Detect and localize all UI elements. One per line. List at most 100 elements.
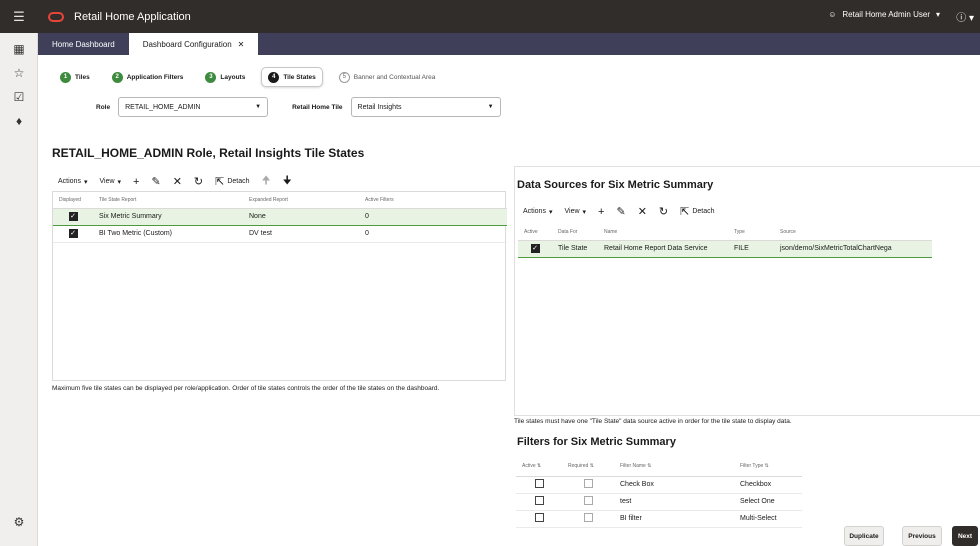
filters-panel-title: Filters for Six Metric Summary: [517, 436, 676, 448]
tile-states-toolbar: Actions ▾ View ▾ + ✎ ✕ ↻ ⇱ Detach 🠉 🠋: [58, 172, 292, 191]
table-row[interactable]: BI filter Multi-Select: [516, 510, 802, 528]
column-header-filter-name[interactable]: Filter Name ⇅: [614, 456, 734, 477]
step-label: Layouts: [220, 73, 246, 81]
table-row[interactable]: ✓ BI Two Metric (Custom) DV test 0: [53, 225, 507, 243]
column-header-active[interactable]: Active: [518, 224, 552, 241]
settings-gear-icon[interactable]: ⚙: [0, 510, 38, 534]
data-sources-title: Data Sources for Six Metric Summary: [517, 179, 714, 191]
tasks-icon[interactable]: ☑: [0, 85, 38, 109]
displayed-checkbox[interactable]: ✓: [68, 212, 78, 221]
previous-button[interactable]: Previous: [902, 526, 942, 546]
detach-icon: ⇱: [215, 176, 225, 188]
active-checkbox[interactable]: [534, 496, 544, 505]
required-checkbox[interactable]: [583, 513, 593, 522]
next-button[interactable]: Next: [952, 526, 978, 546]
view-menu[interactable]: View ▾: [564, 208, 586, 216]
notifications-bell-icon[interactable]: ♦: [0, 109, 38, 133]
role-select[interactable]: RETAIL_HOME_ADMIN ▼: [118, 97, 269, 117]
active-filters-cell: 0: [359, 225, 507, 243]
step-layouts[interactable]: 3 Layouts: [199, 67, 251, 87]
user-menu[interactable]: ☺ Retail Home Admin User ▾: [828, 10, 940, 19]
add-icon[interactable]: +: [133, 176, 139, 188]
chevron-down-icon: ▼: [487, 104, 494, 110]
header-label: Filter Name: [620, 462, 646, 469]
step-label: Tiles: [75, 73, 90, 81]
detach-label: Detach: [692, 208, 715, 215]
step-banner-contextual-area[interactable]: 5 Banner and Contextual Area: [333, 67, 442, 87]
column-header-active[interactable]: Active ⇅: [516, 456, 562, 477]
tile-states-title: RETAIL_HOME_ADMIN Role, Retail Insights …: [52, 146, 365, 160]
expanded-report-cell: DV test: [243, 225, 359, 243]
tile-label: Retail Home Tile: [292, 103, 343, 111]
step-label: Tile States: [283, 73, 316, 81]
chevron-down-icon: ▼: [255, 104, 262, 110]
main-content: 1 Tiles 2 Application Filters 3 Layouts 4 Ti…: [38, 55, 980, 546]
column-header-name[interactable]: Name: [598, 224, 728, 241]
table-row[interactable]: Check Box Checkbox: [516, 476, 802, 494]
chevron-down-icon: ▾: [582, 208, 587, 216]
header-label: Required: [568, 462, 589, 469]
filters-table: Active ⇅ Required ⇅ Filter Name ⇅ Filter…: [516, 456, 802, 546]
hamburger-menu-icon[interactable]: ☰: [0, 0, 38, 33]
help-icon[interactable]: ⓘ ▾: [956, 9, 974, 24]
data-for-cell: Tile State: [552, 240, 598, 258]
detach-button[interactable]: ⇱ Detach: [680, 205, 714, 218]
filter-type-cell: Select One: [734, 493, 802, 511]
edit-pencil-icon[interactable]: ✎: [616, 205, 625, 218]
filter-type-cell: Checkbox: [734, 476, 802, 494]
step-label: Banner and Contextual Area: [353, 73, 436, 81]
column-header-filter-type[interactable]: Filter Type ⇅: [734, 456, 802, 477]
actions-label: Actions: [58, 178, 81, 185]
active-checkbox[interactable]: [534, 513, 544, 522]
data-sources-table: Active Data For Name Type Source ✓ Tile …: [518, 224, 932, 264]
column-header-data-for[interactable]: Data For: [552, 224, 598, 241]
view-menu[interactable]: View ▾: [99, 178, 121, 186]
column-header-displayed[interactable]: Displayed: [53, 192, 93, 209]
delete-icon[interactable]: ✕: [638, 205, 647, 218]
delete-icon[interactable]: ✕: [173, 175, 182, 188]
active-checkbox[interactable]: [534, 479, 544, 488]
edit-pencil-icon[interactable]: ✎: [151, 175, 160, 188]
column-header-expanded-report[interactable]: Expanded Report: [243, 192, 359, 209]
step-number: 1: [60, 71, 71, 83]
refresh-icon[interactable]: ↻: [194, 175, 203, 188]
table-row[interactable]: ✓ Tile State Retail Home Report Data Ser…: [518, 240, 932, 258]
table-row[interactable]: test Select One: [516, 493, 802, 511]
add-icon[interactable]: +: [598, 206, 604, 218]
tile-select[interactable]: Retail Insights ▼: [350, 97, 501, 117]
column-header-tile-state-report[interactable]: Tile State Report: [93, 192, 243, 209]
filter-name-cell: BI filter: [614, 510, 734, 528]
tab-home-dashboard[interactable]: Home Dashboard: [38, 33, 129, 55]
favorites-star-icon[interactable]: ☆: [0, 61, 38, 85]
sort-icon: ⇅: [589, 462, 594, 469]
move-up-icon[interactable]: 🠉: [262, 172, 271, 191]
column-header-type[interactable]: Type: [728, 224, 774, 241]
step-tiles[interactable]: 1 Tiles: [54, 67, 96, 87]
actions-menu[interactable]: Actions ▾: [58, 178, 87, 186]
apps-grid-icon[interactable]: ▦: [0, 37, 38, 61]
detach-button[interactable]: ⇱ Detach: [215, 175, 249, 188]
close-icon[interactable]: ✕: [238, 40, 245, 49]
step-application-filters[interactable]: 2 Application Filters: [106, 67, 190, 87]
required-checkbox[interactable]: [583, 496, 593, 505]
actions-menu[interactable]: Actions ▾: [523, 208, 552, 216]
selection-filters: Role RETAIL_HOME_ADMIN ▼ Retail Home Tile…: [96, 97, 501, 117]
column-header-required[interactable]: Required ⇅: [562, 456, 614, 477]
view-label: View: [99, 178, 115, 185]
column-header-source[interactable]: Source: [774, 224, 932, 241]
filter-name-cell: test: [614, 493, 734, 511]
table-row[interactable]: ✓ Six Metric Summary None 0: [53, 208, 507, 226]
step-tile-states[interactable]: 4 Tile States: [261, 67, 323, 87]
active-checkbox[interactable]: ✓: [530, 244, 540, 253]
column-header-active-filters[interactable]: Active Filters: [359, 192, 507, 209]
tile-state-report-cell: BI Two Metric (Custom): [93, 225, 243, 243]
refresh-icon[interactable]: ↻: [659, 205, 668, 218]
displayed-checkbox[interactable]: ✓: [68, 229, 78, 238]
app-title: Retail Home Application: [74, 10, 191, 23]
duplicate-button[interactable]: Duplicate: [844, 526, 884, 546]
required-checkbox[interactable]: [583, 479, 593, 488]
tab-dashboard-configuration[interactable]: Dashboard Configuration ✕: [128, 33, 259, 55]
move-down-icon[interactable]: 🠋: [283, 172, 292, 191]
chevron-down-icon: ▾: [935, 10, 940, 19]
chevron-down-icon: ▾: [548, 208, 553, 216]
